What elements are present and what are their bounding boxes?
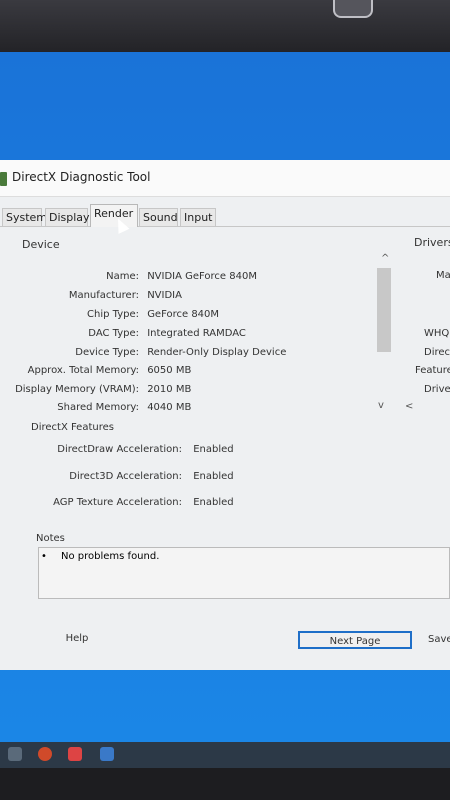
- prop-value: Enabled: [193, 471, 234, 482]
- driver-prop-label: Ma: [436, 270, 450, 281]
- prop-value: 4040 MB: [147, 402, 192, 413]
- prop-value: NVIDIA: [147, 290, 182, 301]
- prop-value: Enabled: [193, 444, 234, 455]
- device-shared-memory-row: Shared Memory: 4040 MB: [0, 402, 191, 413]
- prop-label: AGP Texture Acceleration:: [53, 497, 182, 508]
- device-vram-row: Display Memory (VRAM): 2010 MB: [0, 384, 191, 395]
- next-page-button[interactable]: Next Page: [298, 631, 412, 649]
- device-group-label: Device: [22, 238, 60, 251]
- device-chip-type-row: Chip Type: GeForce 840M: [0, 309, 219, 320]
- tab-strip: System Display Render Sound Input: [0, 204, 450, 227]
- tab-label: System: [6, 211, 48, 224]
- window-title: DirectX Diagnostic Tool: [12, 170, 151, 184]
- tab-input[interactable]: Input: [180, 208, 216, 226]
- app-icon[interactable]: [100, 747, 114, 761]
- tab-display[interactable]: Display: [45, 208, 90, 226]
- prop-label: Approx. Total Memory:: [27, 365, 139, 376]
- tab-system[interactable]: System: [2, 208, 47, 226]
- prop-label: DirectDraw Acceleration:: [57, 444, 182, 455]
- device-dac-type-row: DAC Type: Integrated RAMDAC: [0, 328, 246, 339]
- tab-label: Sound: [143, 211, 178, 224]
- notes-group-label: Notes: [36, 533, 65, 544]
- prop-value: NVIDIA GeForce 840M: [147, 271, 257, 282]
- tab-label: Input: [184, 211, 213, 224]
- scrollbar-thumb[interactable]: [377, 268, 391, 352]
- device-name-row: Name: NVIDIA GeForce 840M: [0, 271, 257, 282]
- app-icon[interactable]: [68, 747, 82, 761]
- device-type-row: Device Type: Render-Only Display Device: [0, 347, 286, 358]
- prop-label: Direct3D Acceleration:: [69, 471, 182, 482]
- driver-prop-label: Feature: [415, 365, 450, 376]
- bullet-icon: •: [41, 551, 47, 562]
- driver-prop-label: WHQ: [424, 328, 450, 339]
- taskbar: [0, 742, 450, 768]
- feature-directdraw-row: DirectDraw Acceleration: Enabled: [0, 444, 234, 455]
- prop-label: Device Type:: [75, 347, 139, 358]
- prop-value: 2010 MB: [147, 384, 192, 395]
- notes-box[interactable]: • No problems found.: [38, 547, 450, 599]
- scroll-down-icon[interactable]: v: [378, 400, 384, 411]
- scroll-up-icon[interactable]: ^: [381, 253, 389, 264]
- scroll-left-icon[interactable]: <: [405, 401, 413, 412]
- prop-value: GeForce 840M: [147, 309, 220, 320]
- save-button[interactable]: Save: [428, 631, 450, 649]
- tab-label: Render: [94, 207, 134, 220]
- tab-sound[interactable]: Sound: [139, 208, 178, 226]
- device-total-memory-row: Approx. Total Memory: 6050 MB: [0, 365, 192, 376]
- prop-label: Name:: [106, 271, 139, 282]
- feature-agp-texture-row: AGP Texture Acceleration: Enabled: [0, 497, 234, 508]
- feature-direct3d-row: Direct3D Acceleration: Enabled: [0, 471, 234, 482]
- monitor-bezel-top: [0, 0, 450, 52]
- tab-label: Display: [49, 211, 90, 224]
- device-manufacturer-row: Manufacturer: NVIDIA: [0, 290, 182, 301]
- prop-label: Manufacturer:: [68, 290, 139, 301]
- driver-prop-label: Direc: [424, 347, 450, 358]
- prop-label: Display Memory (VRAM):: [15, 384, 139, 395]
- drivers-group-label: Drivers: [414, 236, 450, 249]
- prop-value: Integrated RAMDAC: [147, 328, 246, 339]
- prop-label: Shared Memory:: [57, 402, 139, 413]
- title-bar[interactable]: DirectX Diagnostic Tool: [0, 160, 450, 197]
- browser-icon[interactable]: [38, 747, 52, 761]
- driver-prop-label: Drive: [424, 384, 450, 395]
- prop-label: Chip Type:: [87, 309, 139, 320]
- help-button[interactable]: Help: [22, 630, 132, 648]
- webcam-icon: [333, 0, 373, 18]
- monitor-bezel-bottom: [0, 768, 450, 800]
- notes-item: No problems found.: [61, 551, 160, 562]
- directx-features-group-label: DirectX Features: [31, 422, 114, 433]
- prop-label: DAC Type:: [88, 328, 139, 339]
- prop-value: Render-Only Display Device: [147, 347, 287, 358]
- prop-value: Enabled: [193, 497, 234, 508]
- prop-value: 6050 MB: [147, 365, 192, 376]
- dxdiag-app-icon: [0, 172, 7, 186]
- start-icon[interactable]: [8, 747, 22, 761]
